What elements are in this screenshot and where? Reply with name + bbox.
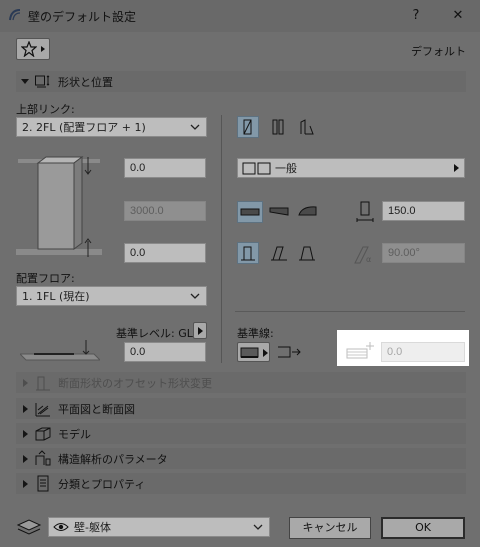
section-label: 平面図と断面図 bbox=[58, 403, 135, 416]
reference-line-icon bbox=[240, 347, 259, 358]
hatch-pattern-icon bbox=[240, 208, 260, 216]
layer-stack-icon bbox=[16, 519, 42, 535]
section-floor-plan-section[interactable]: 平面図と断面図 bbox=[16, 398, 466, 419]
profile-offset-icon bbox=[36, 376, 50, 391]
height-field bbox=[124, 201, 206, 221]
reference-level-field[interactable] bbox=[124, 342, 206, 362]
slant-one-side-button[interactable] bbox=[268, 242, 290, 264]
reference-level-diagram bbox=[20, 340, 100, 361]
home-story-select[interactable]: 1. 1FL (現在) bbox=[16, 286, 207, 306]
wall-tool-icon bbox=[9, 9, 21, 21]
ok-button[interactable]: OK bbox=[381, 517, 465, 539]
structure-value: 一般 bbox=[275, 162, 297, 175]
close-button[interactable]: ✕ bbox=[444, 4, 472, 28]
properties-icon bbox=[37, 475, 49, 492]
home-story-value: 1. 1FL (現在) bbox=[22, 290, 90, 303]
geometry-trapezoid-button[interactable] bbox=[268, 116, 290, 138]
section-label: 構造解析のパラメータ bbox=[58, 453, 168, 466]
geometry-icon bbox=[35, 75, 50, 88]
curved-end-icon bbox=[298, 206, 317, 216]
basic-structure-icon bbox=[242, 162, 271, 175]
section-label: 分類とプロパティ bbox=[58, 478, 146, 491]
cancel-button[interactable]: キャンセル bbox=[289, 517, 371, 539]
model-icon bbox=[35, 427, 51, 441]
svg-text:α: α bbox=[366, 255, 371, 264]
divider bbox=[235, 311, 465, 312]
geometry-polygonal-button[interactable] bbox=[296, 116, 318, 138]
flip-direction-icon[interactable] bbox=[276, 343, 302, 361]
section-label: 断面形状のオフセット形状変更 bbox=[58, 377, 212, 390]
reference-line-offset-field bbox=[381, 342, 465, 362]
section-offset-modifier: 断面形状のオフセット形状変更 bbox=[16, 372, 466, 393]
wall-end-curved-button[interactable] bbox=[296, 201, 322, 223]
section-label: 形状と位置 bbox=[58, 76, 113, 89]
slant-angle-icon: α bbox=[354, 246, 371, 264]
reference-level-label: 基準レベル: GL bbox=[116, 327, 193, 340]
bottom-offset-field[interactable] bbox=[124, 243, 206, 263]
floor-plan-icon bbox=[35, 403, 50, 417]
chevron-right-icon bbox=[263, 349, 268, 357]
slant-double-button[interactable] bbox=[296, 242, 318, 264]
top-offset-field[interactable] bbox=[124, 158, 206, 178]
chevron-down-icon bbox=[21, 79, 29, 84]
chevron-right-icon bbox=[23, 379, 28, 387]
top-link-value: 2. 2FL (配置フロア + 1) bbox=[22, 121, 146, 134]
wall-end-slanted-button[interactable] bbox=[267, 201, 293, 223]
help-button[interactable]: ? bbox=[402, 4, 430, 28]
title-bar: 壁のデフォルト設定 ? ✕ bbox=[0, 0, 480, 32]
window-title: 壁のデフォルト設定 bbox=[28, 10, 137, 24]
chevron-down-icon bbox=[253, 524, 263, 530]
chevron-right-icon bbox=[454, 164, 459, 172]
profile-wall-icon bbox=[300, 119, 314, 135]
wall-default-settings-dialog: 壁のデフォルト設定 ? ✕ デフォルト 形状と位置 上部リンク: 2. 2FL … bbox=[0, 0, 480, 547]
column-divider bbox=[221, 115, 222, 363]
reference-line-label: 基準線: bbox=[237, 327, 274, 340]
layer-value: 壁-躯体 bbox=[74, 521, 111, 534]
default-label: デフォルト bbox=[411, 45, 466, 58]
section-label: モデル bbox=[58, 428, 91, 441]
section-classification-properties[interactable]: 分類とプロパティ bbox=[16, 473, 466, 494]
layered-wall-icon bbox=[272, 119, 284, 135]
double-slanted-wall-icon bbox=[299, 246, 315, 261]
favorites-button[interactable] bbox=[16, 38, 50, 60]
slant-angle-field bbox=[382, 243, 465, 263]
reference-line-menu-button[interactable] bbox=[237, 342, 270, 362]
wall-end-straight-button[interactable] bbox=[237, 201, 263, 223]
vertical-wall-icon bbox=[241, 246, 255, 261]
slanted-wall-icon bbox=[271, 246, 287, 261]
section-structural-analysis[interactable]: 構造解析のパラメータ bbox=[16, 448, 466, 469]
chevron-right-icon bbox=[198, 327, 203, 335]
home-story-label: 配置フロア: bbox=[16, 272, 75, 285]
slanted-end-icon bbox=[269, 207, 289, 216]
top-link-label: 上部リンク: bbox=[16, 103, 75, 116]
chevron-right-icon bbox=[23, 430, 28, 438]
geometry-straight-button[interactable] bbox=[237, 116, 259, 138]
eye-icon bbox=[53, 523, 69, 531]
top-link-select[interactable]: 2. 2FL (配置フロア + 1) bbox=[16, 117, 207, 137]
chevron-down-icon bbox=[190, 124, 200, 130]
section-geometry-positioning[interactable]: 形状と位置 bbox=[16, 71, 466, 92]
chevron-right-icon bbox=[23, 480, 28, 488]
chevron-down-icon bbox=[190, 293, 200, 299]
structural-analysis-icon bbox=[35, 450, 51, 466]
thickness-icon bbox=[356, 201, 374, 222]
chevron-right-icon bbox=[23, 405, 28, 413]
thickness-field[interactable] bbox=[382, 201, 465, 221]
star-icon bbox=[21, 41, 37, 57]
wall-height-diagram bbox=[16, 156, 102, 257]
straight-wall-icon bbox=[243, 119, 252, 135]
slant-vertical-button[interactable] bbox=[237, 242, 259, 264]
reference-level-menu-button[interactable] bbox=[193, 322, 207, 339]
chevron-right-icon bbox=[41, 46, 45, 52]
structure-select[interactable]: 一般 bbox=[237, 158, 465, 178]
section-model[interactable]: モデル bbox=[16, 423, 466, 444]
layer-select[interactable]: 壁-躯体 bbox=[48, 517, 270, 537]
reference-line-offset-icon bbox=[346, 342, 374, 359]
chevron-right-icon bbox=[23, 455, 28, 463]
